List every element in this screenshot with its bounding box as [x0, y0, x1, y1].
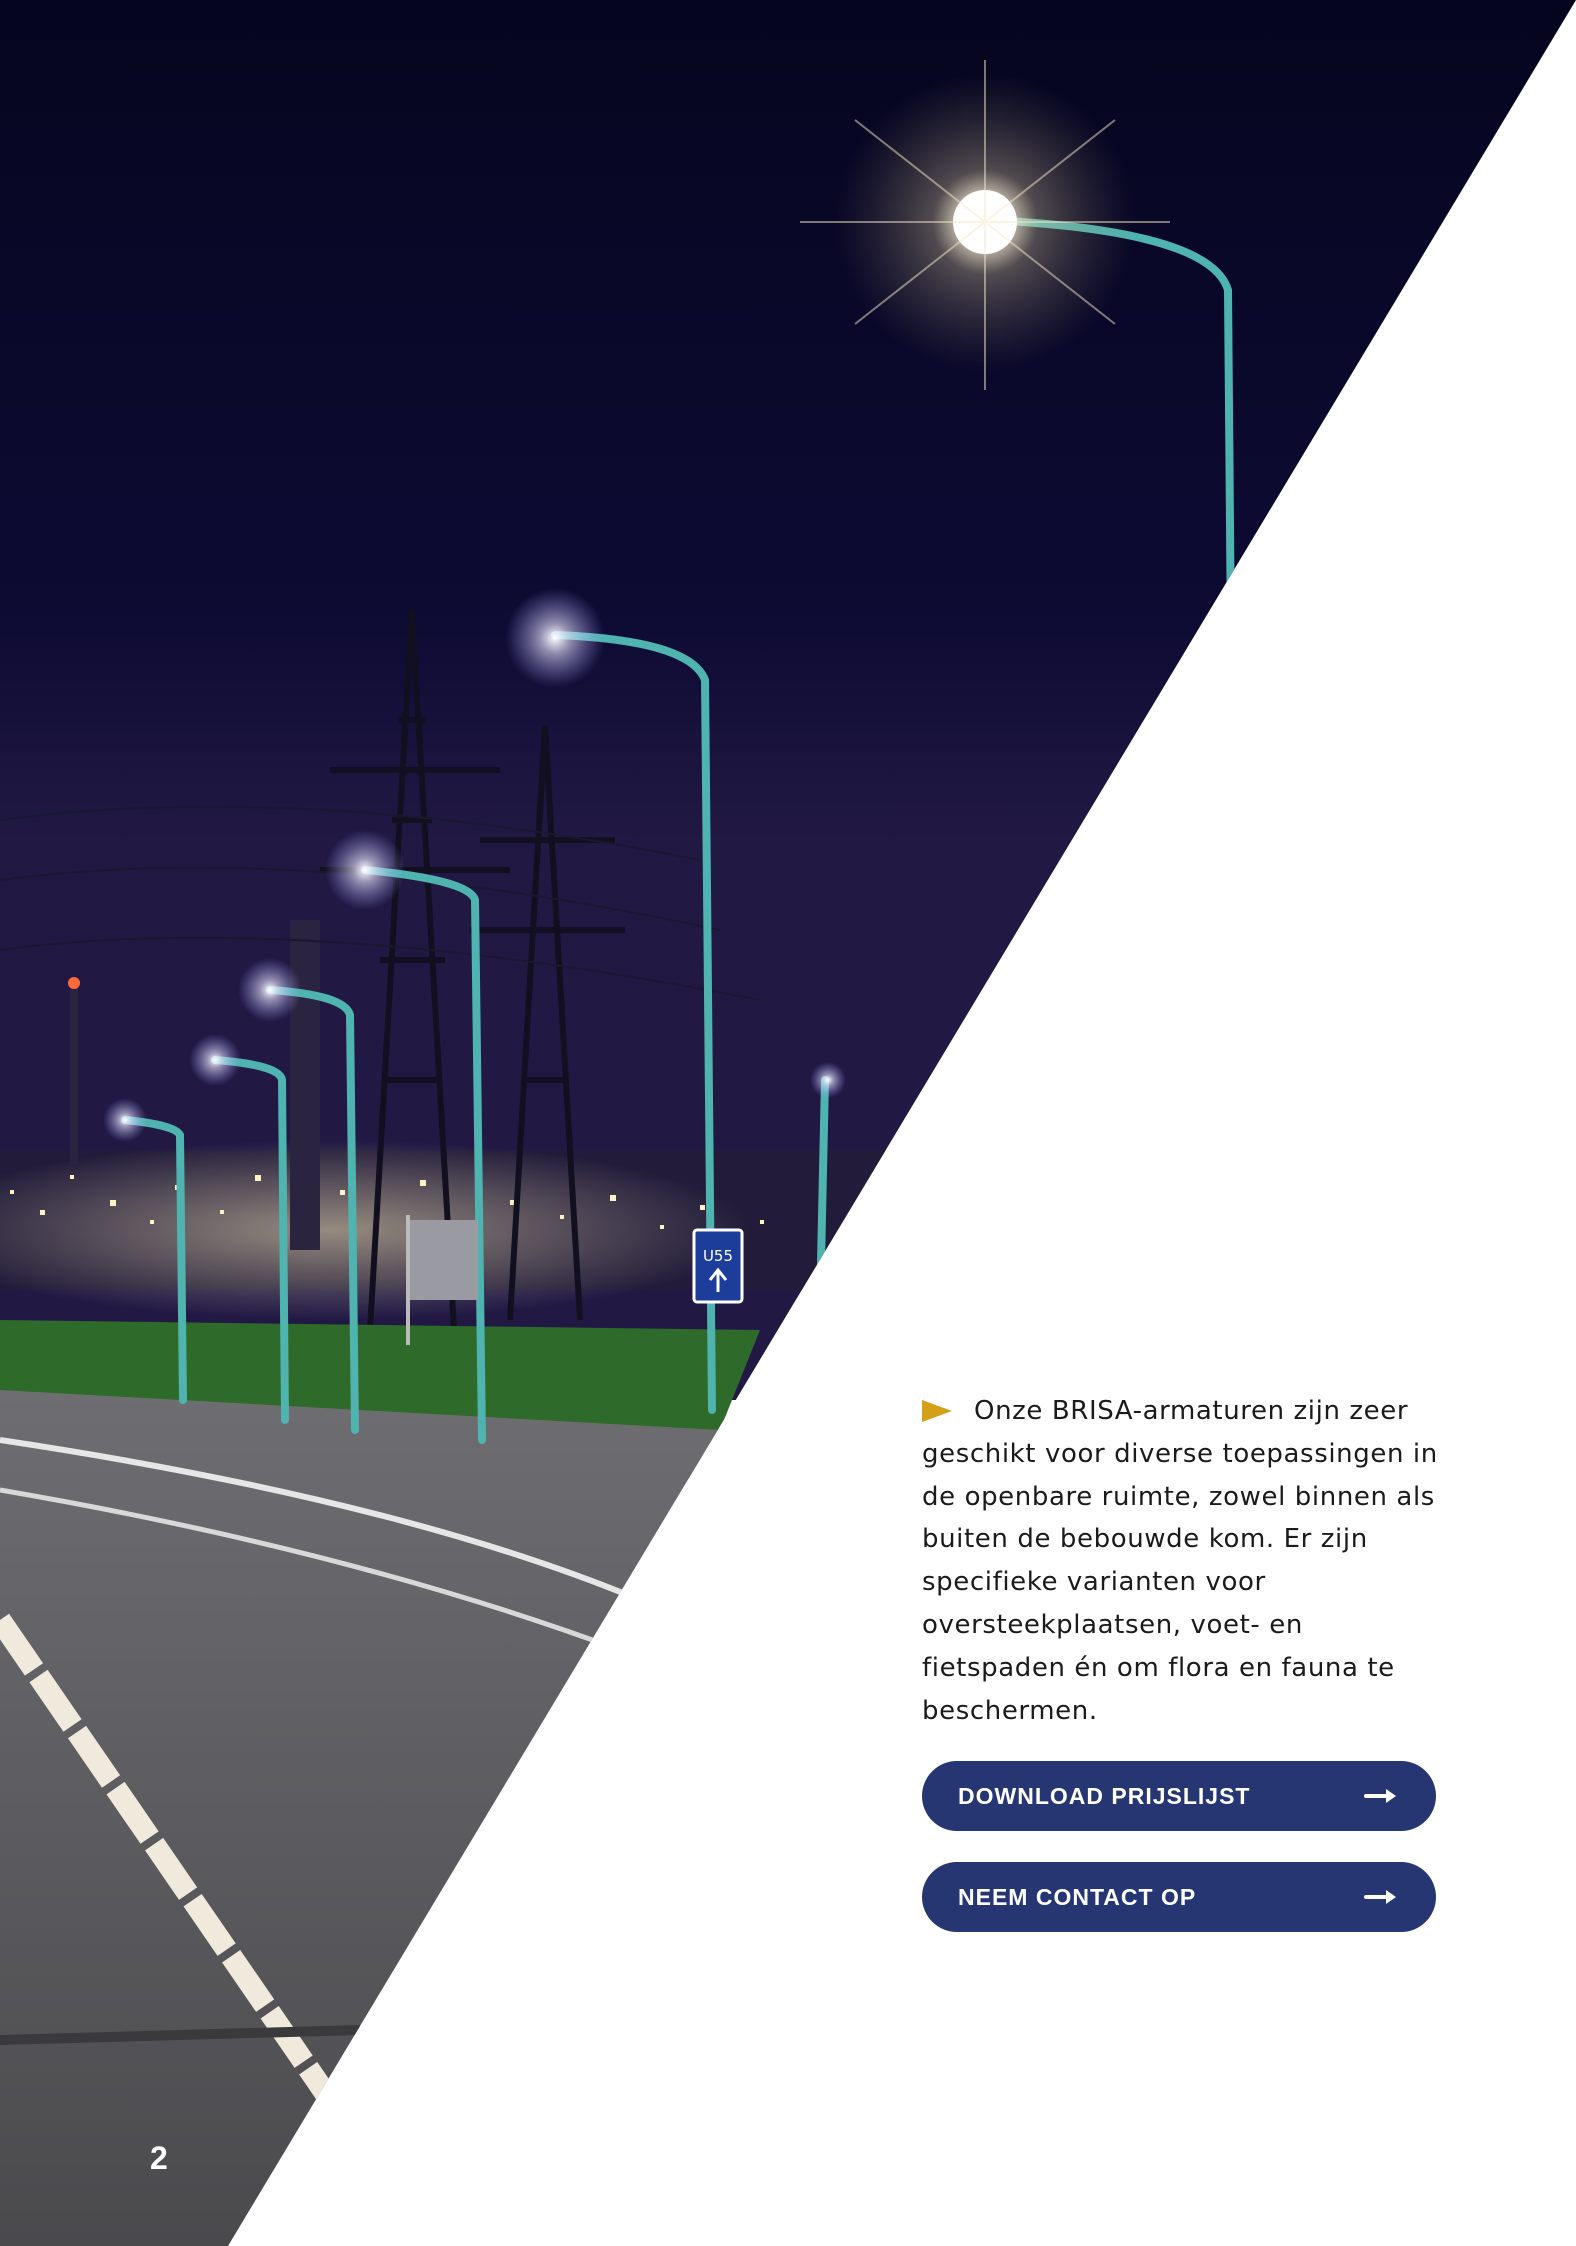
intro-paragraph: Onze BRISA-armaturen zijn zeer geschikt …	[922, 1396, 1438, 1726]
intro-text: Onze BRISA-armaturen zijn zeer geschikt …	[922, 1390, 1452, 1732]
download-pricelist-label: DOWNLOAD PRIJSLIJST	[958, 1782, 1251, 1809]
download-pricelist-button[interactable]: DOWNLOAD PRIJSLIJST	[922, 1761, 1436, 1831]
sign-u55-text: U55	[703, 1247, 733, 1265]
contact-button[interactable]: NEEM CONTACT OP	[922, 1862, 1436, 1932]
contact-label: NEEM CONTACT OP	[958, 1883, 1197, 1910]
page-number: 2	[150, 2140, 168, 2176]
flag-triangle-icon	[922, 1400, 952, 1422]
arrow-right-icon	[1364, 1890, 1396, 1904]
arrow-right-icon	[1364, 1789, 1396, 1803]
